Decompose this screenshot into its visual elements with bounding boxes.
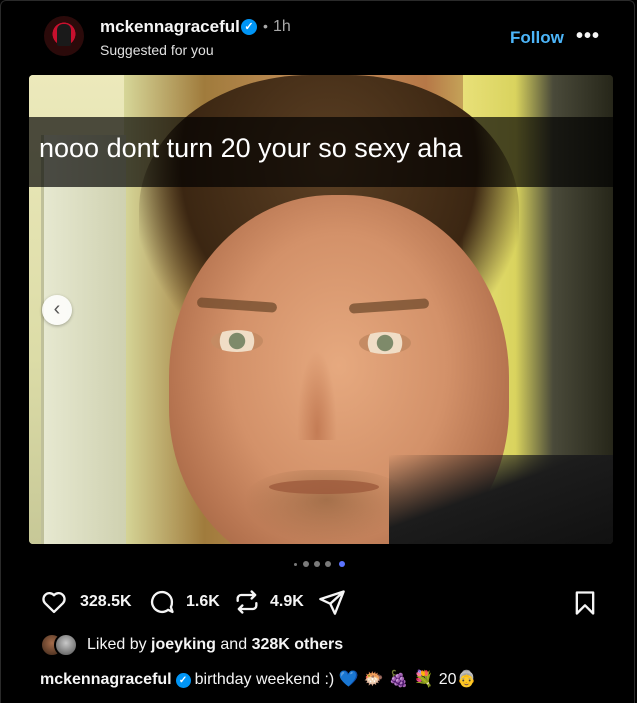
comment-icon[interactable] — [148, 588, 176, 616]
repost-count[interactable]: 4.9K — [270, 593, 304, 611]
separator-dot: • — [263, 18, 268, 34]
post-image[interactable]: nooo dont turn 20 your so sexy aha ‹ — [29, 75, 613, 544]
bookmark-icon[interactable] — [571, 589, 599, 617]
send-icon[interactable] — [318, 588, 346, 616]
carousel-prev-button[interactable]: ‹ — [42, 295, 72, 325]
more-options-icon[interactable]: ••• — [576, 25, 600, 48]
post-username[interactable]: mckennagraceful — [100, 17, 240, 37]
liked-by-prefix: Liked by — [87, 636, 147, 653]
verified-icon: ✓ — [175, 673, 191, 688]
heart-icon[interactable] — [40, 588, 68, 616]
caption-text: birthday weekend :) — [194, 671, 335, 688]
carousel-dot — [294, 563, 297, 566]
caption-emojis: 💙 🐡 🍇 💐 — [338, 669, 439, 688]
caption-username[interactable]: mckennagraceful — [40, 671, 172, 688]
avatar — [54, 633, 78, 657]
post-caption: mckennagraceful ✓ birthday weekend :) 💙 🐡 … — [40, 669, 476, 689]
caption-trailing: 20 — [438, 671, 457, 688]
carousel-dot — [314, 561, 320, 567]
liked-by-and: and — [220, 636, 248, 653]
carousel-dot — [325, 561, 331, 567]
door — [41, 135, 126, 544]
avatar[interactable] — [44, 16, 84, 56]
repost-icon[interactable] — [233, 588, 261, 616]
carousel-dot — [303, 561, 309, 567]
image-caption-text: nooo dont turn 20 your so sexy aha — [39, 133, 463, 163]
liked-by-text[interactable]: Liked by joeyking and 328K others — [87, 636, 343, 654]
like-count[interactable]: 328.5K — [80, 593, 132, 611]
verified-icon: ✓ — [241, 19, 257, 35]
old-woman-emoji-icon: 👵 — [456, 669, 477, 688]
carousel-dot-active — [339, 561, 345, 567]
follow-button[interactable]: Follow — [510, 28, 564, 48]
liked-by-others[interactable]: 328K others — [252, 636, 344, 653]
suggested-label: Suggested for you — [100, 42, 214, 58]
post-time[interactable]: 1h — [273, 18, 291, 36]
comment-count[interactable]: 1.6K — [186, 593, 220, 611]
liked-by-user[interactable]: joeyking — [151, 636, 216, 653]
